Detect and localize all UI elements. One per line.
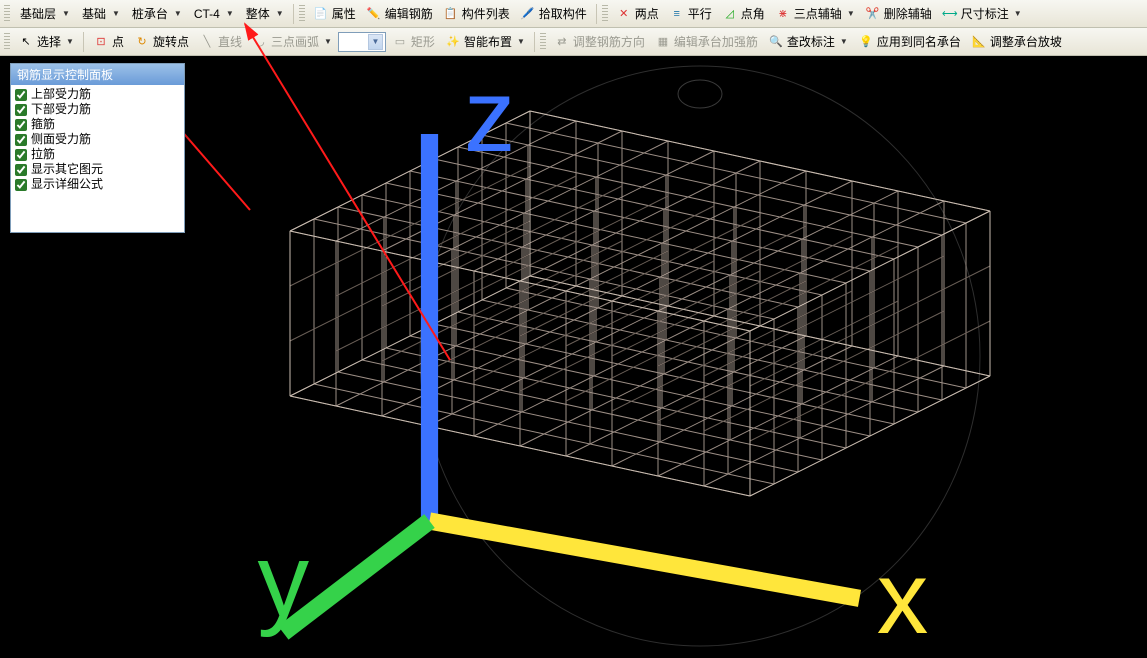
rebar-check-1[interactable]: 下部受力筋 (15, 102, 180, 117)
rect-icon: ▭ (392, 34, 408, 50)
rotation-point-button[interactable]: ↻ 旋转点 (130, 31, 193, 52)
checkbox[interactable] (15, 89, 27, 101)
axis-gizmo: z x y (28, 56, 1147, 650)
toolbar-grip (299, 5, 305, 23)
check-label: 上部受力筋 (31, 87, 91, 102)
ruler-icon: ⟷ (942, 6, 958, 22)
toolbar-grip (4, 33, 10, 51)
rebar-check-3[interactable]: 侧面受力筋 (15, 132, 180, 147)
check-label: 侧面受力筋 (31, 132, 91, 147)
eraser-icon: ✂️ (865, 6, 881, 22)
apply-same-button[interactable]: 💡 应用到同名承台 (854, 31, 965, 52)
rebar-check-6[interactable]: 显示详细公式 (15, 177, 180, 192)
rect-button: ▭ 矩形 (388, 31, 439, 52)
line-icon: ╲ (199, 34, 215, 50)
rotate-icon: ↻ (134, 34, 150, 50)
rebar-check-5[interactable]: 显示其它图元 (15, 162, 180, 177)
view-annotation-button[interactable]: 🔍 查改标注 ▼ (764, 31, 852, 52)
checkbox[interactable] (15, 179, 27, 191)
rebar-check-0[interactable]: 上部受力筋 (15, 87, 180, 102)
checkbox[interactable] (15, 149, 27, 161)
select-button[interactable]: ↖ 选择 ▼ (14, 31, 78, 52)
angle-icon: ◿ (722, 6, 738, 22)
cursor-icon: ↖ (18, 34, 34, 50)
check-label: 显示详细公式 (31, 177, 103, 192)
arc-icon: ◡ (252, 34, 268, 50)
delete-axis-button[interactable]: ✂️ 删除辅轴 (861, 3, 936, 24)
checkbox[interactable] (15, 119, 27, 131)
parallel-icon: ≡ (669, 6, 685, 22)
check-label: 拉筋 (31, 147, 55, 162)
smart-icon: ✨ (445, 34, 461, 50)
slope-icon: 📐 (971, 34, 987, 50)
adjust-slope-button[interactable]: 📐 调整承台放坡 (967, 31, 1066, 52)
point-button[interactable]: ⊡ 点 (89, 31, 128, 52)
point-icon: ⊡ (93, 34, 109, 50)
properties-icon: 📄 (313, 6, 329, 22)
two-point-button[interactable]: ✕ 两点 (612, 3, 663, 24)
category-dropdown[interactable]: 基础▼ (76, 3, 124, 24)
direction-icon: ⇄ (554, 34, 570, 50)
reinf-icon: ▦ (655, 34, 671, 50)
three-point-arc-button: ◡ 三点画弧 ▼ (248, 31, 336, 52)
check-label: 下部受力筋 (31, 102, 91, 117)
pencil-icon: ✏️ (366, 6, 382, 22)
id-dropdown[interactable]: CT-4▼ (188, 5, 238, 23)
apply-icon: 💡 (858, 34, 874, 50)
checkbox[interactable] (15, 134, 27, 146)
value-combobox[interactable]: ▼ (338, 32, 386, 52)
search-icon: 🔍 (768, 34, 784, 50)
list-icon: 📋 (443, 6, 459, 22)
edit-reinforcement-button: ▦ 编辑承台加强筋 (651, 31, 762, 52)
two-point-icon: ✕ (616, 6, 632, 22)
smart-layout-button[interactable]: ✨ 智能布置 ▼ (441, 31, 529, 52)
properties-button[interactable]: 📄 属性 (309, 3, 360, 24)
adjust-direction-button: ⇄ 调整钢筋方向 (550, 31, 649, 52)
toolbar-row-1: 基础层▼ 基础▼ 桩承台▼ CT-4▼ 整体▼ 📄 属性 ✏️ 编辑钢筋 📋 构… (0, 0, 1147, 28)
dimension-button[interactable]: ⟷ 尺寸标注 ▼ (938, 3, 1026, 24)
toolbar-grip (602, 5, 608, 23)
parallel-button[interactable]: ≡ 平行 (665, 3, 716, 24)
checkbox[interactable] (15, 104, 27, 116)
pick-button[interactable]: 🖊️ 拾取构件 (516, 3, 591, 24)
check-label: 箍筋 (31, 117, 55, 132)
layer-dropdown[interactable]: 基础层▼ (14, 3, 74, 24)
svg-text:y: y (258, 523, 310, 638)
eyedropper-icon: 🖊️ (520, 6, 536, 22)
line-button: ╲ 直线 (195, 31, 246, 52)
toolbar-grip (4, 5, 10, 23)
svg-text:x: x (877, 540, 929, 650)
component-list-button[interactable]: 📋 构件列表 (439, 3, 514, 24)
check-label: 显示其它图元 (31, 162, 103, 177)
component-dropdown[interactable]: 桩承台▼ (126, 3, 186, 24)
rebar-check-2[interactable]: 箍筋 (15, 117, 180, 132)
rebar-display-panel[interactable]: 钢筋显示控制面板 上部受力筋下部受力筋箍筋侧面受力筋拉筋显示其它图元显示详细公式 (10, 63, 185, 233)
corner-button[interactable]: ◿ 点角 (718, 3, 769, 24)
three-point-axis-button[interactable]: ⋇ 三点辅轴 ▼ (771, 3, 859, 24)
panel-title[interactable]: 钢筋显示控制面板 (11, 64, 184, 85)
toolbar-grip (540, 33, 546, 51)
rebar-check-4[interactable]: 拉筋 (15, 147, 180, 162)
checkbox[interactable] (15, 164, 27, 176)
scope-dropdown[interactable]: 整体▼ (240, 3, 288, 24)
toolbar-row-2: ↖ 选择 ▼ ⊡ 点 ↻ 旋转点 ╲ 直线 ◡ 三点画弧 ▼ ▼ ▭ 矩形 ✨ … (0, 28, 1147, 56)
svg-text:z: z (464, 58, 516, 173)
edit-rebar-button[interactable]: ✏️ 编辑钢筋 (362, 3, 437, 24)
panel-body: 上部受力筋下部受力筋箍筋侧面受力筋拉筋显示其它图元显示详细公式 (11, 85, 184, 194)
three-point-icon: ⋇ (775, 6, 791, 22)
